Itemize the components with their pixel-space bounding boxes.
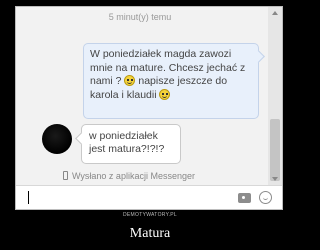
chat-window: 5 minut(y) temu W poniedziałek magda zaw… <box>15 6 283 210</box>
avatar[interactable] <box>42 124 72 154</box>
sent-from-text: Wysłano z aplikacji Messenger <box>72 171 195 181</box>
sent-from-messenger-label: Wysłano z aplikacji Messenger <box>63 171 195 181</box>
scrollbar-thumb[interactable] <box>270 119 280 181</box>
message-composer[interactable] <box>16 185 282 209</box>
poster-caption: Matura <box>129 226 171 241</box>
incoming-message-bubble[interactable]: w poniedziałek jest matura?!?!? <box>75 124 181 164</box>
scroll-down-icon[interactable] <box>272 177 278 181</box>
message-thread: 5 minut(y) temu W poniedziałek magda zaw… <box>16 7 282 185</box>
message-timestamp: 5 minut(y) temu <box>108 12 172 22</box>
message-input[interactable] <box>28 191 29 204</box>
camera-icon[interactable] <box>238 193 251 203</box>
outgoing-message-bubble[interactable]: W poniedziałek magda zawozi mnie na matu… <box>83 43 265 119</box>
phone-icon <box>63 171 68 180</box>
smiley-emoji-icon <box>159 88 171 100</box>
scroll-up-icon[interactable] <box>272 11 278 15</box>
emoji-icon[interactable] <box>259 191 272 204</box>
smiley-emoji-icon <box>124 75 136 86</box>
incoming-message-text: w poniedziałek jest matura?!?!? <box>89 130 165 155</box>
scrollbar[interactable] <box>268 7 282 185</box>
watermark: DEMOTYWATORY.PL <box>123 212 177 218</box>
